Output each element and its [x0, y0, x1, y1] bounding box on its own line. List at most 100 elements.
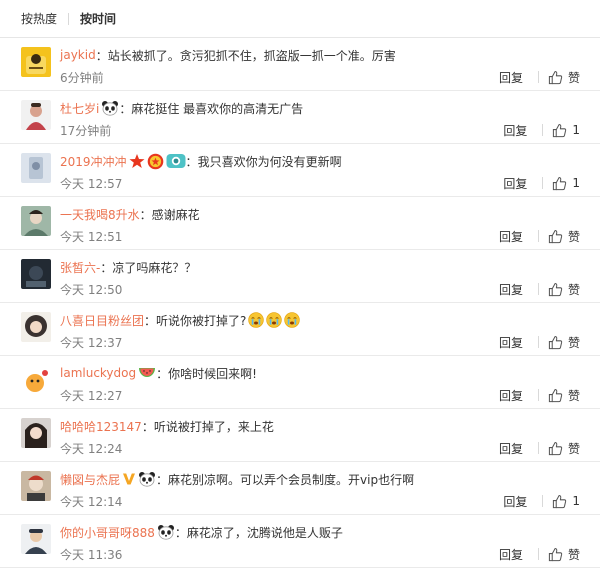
like-count: 1 [572, 176, 580, 190]
comment-body: 2019冲冲冲 ： 我只喜欢你为何没有更新啊 [60, 152, 580, 170]
user-avatar[interactable] [21, 418, 51, 448]
comment-username[interactable]: 哈哈哈123147 [60, 418, 142, 435]
comment-text: 麻花凉了，沈腾说他是人贩子 [186, 525, 343, 540]
comment-actions: 回复 赞 [499, 281, 580, 297]
comment-username[interactable]: 张皙六- [60, 259, 100, 276]
comment-text: 感谢麻花 [151, 207, 200, 222]
user-avatar[interactable] [21, 471, 51, 501]
thumbs-up-icon [548, 441, 563, 456]
colon-separator: ： [119, 101, 132, 116]
like-count: 1 [572, 123, 580, 137]
comment-time: 6分钟前 [60, 70, 104, 85]
crying-face-icon [248, 312, 265, 328]
like-button[interactable]: 赞 [548, 387, 580, 404]
comment-meta: 17分钟前 [60, 122, 580, 138]
comment-time: 今天 12:50 [60, 282, 123, 297]
thumbs-up-icon [548, 229, 563, 244]
thumbs-up-icon [552, 123, 567, 138]
thumbs-up-icon [548, 547, 563, 562]
comment-actions: 回复 1 [503, 175, 580, 191]
user-avatar[interactable] [21, 524, 51, 554]
comment-text: 凉了吗麻花？？ [112, 260, 197, 275]
like-button[interactable]: 赞 [548, 546, 580, 563]
crying-face-icon [266, 312, 283, 328]
comment-username[interactable]: 懒図与杰屁 [60, 471, 120, 488]
action-divider [542, 124, 544, 136]
reply-button[interactable]: 回复 [499, 387, 523, 404]
user-avatar[interactable] [21, 47, 51, 77]
like-button[interactable]: 赞 [548, 334, 580, 351]
reply-button[interactable]: 回复 [499, 69, 523, 86]
sort-by-hot-tab[interactable]: 按热度 [21, 10, 57, 27]
comment-item: 你的小哥哥呀888 ： 麻花凉了，沈腾说他是人贩子 今天 11:36 回复 赞 [0, 515, 600, 568]
comment-username[interactable]: 一天我喝8升水 [60, 206, 140, 223]
reply-button[interactable]: 回复 [499, 334, 523, 351]
user-avatar[interactable] [21, 312, 51, 342]
camera-badge-icon [166, 153, 186, 169]
like-button[interactable]: 赞 [548, 281, 580, 298]
like-button[interactable]: 赞 [548, 69, 580, 86]
comment-body: 八喜日目粉丝团 ： 听说你被打掉了? [60, 311, 580, 329]
comment-actions: 回复 赞 [499, 334, 580, 350]
watermelon-icon [138, 365, 156, 381]
like-button[interactable]: 赞 [548, 228, 580, 245]
thumbs-up-icon [552, 494, 567, 509]
comment-body: 懒図与杰屁 ： 麻花别凉啊。可以弄个会员制度。开vip也行啊 [60, 470, 580, 488]
comment-text: 我只喜欢你为何没有更新啊 [197, 154, 342, 169]
crying-face-icon [284, 312, 301, 328]
like-button[interactable]: 1 [552, 494, 580, 509]
action-divider [537, 548, 539, 560]
sort-by-time-tab[interactable]: 按时间 [80, 10, 116, 27]
like-count: 赞 [567, 229, 580, 244]
action-divider [537, 71, 539, 83]
comment-text: 麻花挺住 最喜欢你的高清无广告 [131, 101, 304, 116]
comment-list: jaykid ： 站长被抓了。贪污犯抓不住，抓盗版一抓一个准。厉害 6分钟前 回… [0, 38, 600, 568]
comment-username[interactable]: 你的小哥哥呀888 [60, 524, 155, 541]
comment-actions: 回复 赞 [499, 387, 580, 403]
like-count: 赞 [567, 547, 580, 562]
reply-button[interactable]: 回复 [499, 228, 523, 245]
colon-separator: ： [144, 313, 157, 328]
comment-actions: 回复 1 [503, 493, 580, 509]
action-divider [537, 283, 539, 295]
user-avatar[interactable] [21, 153, 51, 183]
reply-button[interactable]: 回复 [499, 440, 523, 457]
reply-button[interactable]: 回复 [503, 175, 527, 192]
action-divider [542, 495, 544, 507]
like-button[interactable]: 赞 [548, 440, 580, 457]
like-button[interactable]: 1 [552, 123, 580, 138]
thumbs-up-icon [548, 282, 563, 297]
reply-button[interactable]: 回复 [499, 281, 523, 298]
colon-separator: ： [156, 472, 169, 487]
comment-item: 杜七岁i ： 麻花挺住 最喜欢你的高清无广告 17分钟前 回复 1 [0, 91, 600, 144]
thumbs-up-icon [548, 335, 563, 350]
action-divider [537, 442, 539, 454]
user-avatar[interactable] [21, 100, 51, 130]
comment-username[interactable]: jaykid [60, 48, 96, 62]
red-star-icon [129, 153, 145, 169]
reply-button[interactable]: 回复 [499, 546, 523, 563]
user-avatar[interactable] [21, 365, 51, 395]
comment-actions: 回复 1 [503, 122, 580, 138]
user-avatar[interactable] [21, 206, 51, 236]
reply-button[interactable]: 回复 [503, 122, 527, 139]
reply-button[interactable]: 回复 [503, 493, 527, 510]
user-avatar[interactable] [21, 259, 51, 289]
thumbs-up-icon [548, 70, 563, 85]
like-button[interactable]: 1 [552, 176, 580, 191]
medal-icon [147, 153, 164, 170]
comment-text: 听说被打掉了，来上花 [153, 419, 274, 434]
comment-username[interactable]: lamluckydog [60, 366, 136, 380]
sort-bar: 按热度 按时间 [0, 0, 600, 38]
comment-text: 听说你被打掉了? [156, 313, 247, 328]
colon-separator: ： [185, 154, 198, 169]
comment-username[interactable]: 八喜日目粉丝团 [60, 312, 144, 329]
comment-actions: 回复 赞 [499, 69, 580, 85]
comment-item: 哈哈哈123147 ： 听说被打掉了，来上花 今天 12:24 回复 赞 [0, 409, 600, 462]
sort-divider [68, 12, 70, 25]
comment-username[interactable]: 杜七岁i [60, 100, 99, 117]
colon-separator: ： [95, 48, 108, 63]
like-count: 1 [572, 494, 580, 508]
comment-item: 八喜日目粉丝团 ： 听说你被打掉了? 今天 12:37 回复 赞 [0, 303, 600, 356]
comment-username[interactable]: 2019冲冲冲 [60, 153, 127, 170]
